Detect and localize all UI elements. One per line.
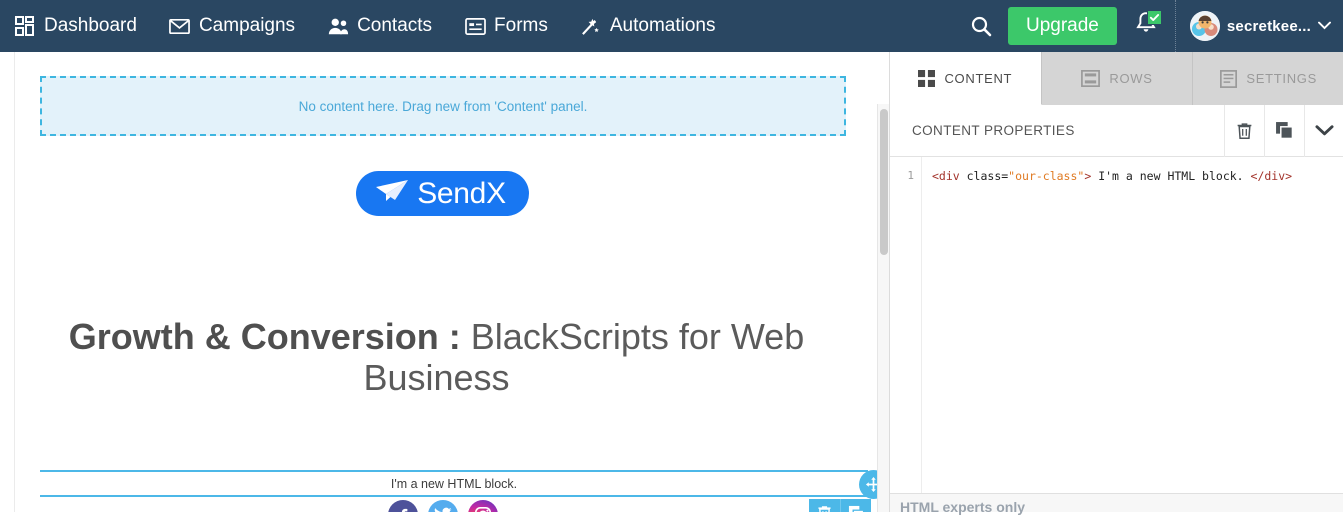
- facebook-icon[interactable]: [387, 500, 418, 512]
- html-block-text: I'm a new HTML block.: [390, 476, 518, 491]
- trash-icon[interactable]: [1224, 104, 1264, 157]
- instagram-icon[interactable]: [467, 500, 498, 512]
- nav-item-label: Campaigns: [198, 15, 296, 36]
- email-headline[interactable]: Growth & Conversion : BlackScripts for W…: [55, 316, 818, 398]
- code-attr-value: "our-class": [1008, 169, 1085, 183]
- canvas-scrollbar[interactable]: [877, 104, 889, 512]
- check-icon: [1146, 10, 1162, 25]
- properties-panel: CONTENT ROWS SETTINGS CONTENT PROPERTIES…: [889, 52, 1343, 515]
- logo-row: SendX: [30, 156, 855, 231]
- canvas-scrollbar-thumb[interactable]: [880, 109, 888, 255]
- nav-item-label: Automations: [609, 15, 716, 36]
- email-body: No content here. Drag new from 'Content'…: [15, 52, 870, 512]
- block-action-toolbar: [809, 499, 871, 512]
- sendx-logo[interactable]: SendX: [356, 171, 529, 216]
- chevron-down-icon: [1318, 17, 1331, 35]
- user-menu[interactable]: secretkee...: [1176, 0, 1343, 52]
- nav-item-forms[interactable]: Forms: [448, 0, 564, 52]
- twitter-icon[interactable]: [427, 500, 458, 512]
- code-tag-open: <div: [932, 169, 967, 183]
- dropzone-message: No content here. Drag new from 'Content'…: [298, 98, 588, 114]
- chevron-down-icon[interactable]: [1304, 104, 1343, 157]
- form-icon: [464, 15, 486, 37]
- social-icons-row[interactable]: [30, 500, 855, 512]
- tab-rows[interactable]: ROWS: [1041, 52, 1194, 105]
- empty-content-dropzone[interactable]: No content here. Drag new from 'Content'…: [40, 76, 846, 136]
- tab-label: CONTENT: [944, 70, 1013, 86]
- canvas-inner: No content here. Drag new from 'Content'…: [0, 52, 888, 512]
- panel-footer: HTML experts only: [890, 493, 1343, 515]
- user-name-label: secretkee...: [1226, 17, 1311, 35]
- code-attr-name: class=: [966, 169, 1009, 183]
- search-icon[interactable]: [954, 0, 1008, 52]
- nav-item-label: Dashboard: [44, 15, 137, 36]
- nav-item-contacts[interactable]: Contacts: [311, 0, 448, 52]
- html-code-editor[interactable]: 1 <div class="our-class"> I'm a new HTML…: [890, 157, 1343, 493]
- code-inner-text: I'm a new HTML block.: [1091, 169, 1251, 183]
- paper-plane-icon: [375, 178, 409, 209]
- content-properties-title: CONTENT PROPERTIES: [912, 123, 1075, 138]
- nav-item-dashboard[interactable]: Dashboard: [0, 0, 153, 52]
- panel-tabs: CONTENT ROWS SETTINGS: [890, 52, 1343, 105]
- code-text[interactable]: <div class="our-class"> I'm a new HTML b…: [922, 157, 1343, 493]
- avatar: [1189, 11, 1220, 41]
- people-icon: [327, 15, 349, 37]
- content-properties-bar: CONTENT PROPERTIES: [890, 104, 1343, 157]
- grid-icon: [918, 69, 936, 87]
- tab-label: ROWS: [1109, 71, 1153, 86]
- magic-wand-icon: [580, 15, 602, 37]
- tab-label: SETTINGS: [1246, 71, 1317, 86]
- email-canvas[interactable]: No content here. Drag new from 'Content'…: [0, 52, 889, 512]
- top-navigation-bar: Dashboard Campaigns Contacts Forms Autom…: [0, 0, 1343, 52]
- duplicate-icon[interactable]: [840, 499, 871, 512]
- grid-icon: [14, 15, 36, 37]
- envelope-icon: [169, 15, 191, 37]
- selected-html-block[interactable]: I'm a new HTML block.: [40, 470, 868, 497]
- code-gutter-line-number: 1: [890, 157, 922, 493]
- panel-footer-text: HTML experts only: [900, 499, 1025, 515]
- trash-icon[interactable]: [809, 499, 840, 512]
- nav-item-automations[interactable]: Automations: [564, 0, 732, 52]
- sendx-logo-text: SendX: [417, 176, 506, 210]
- notification-bell-button[interactable]: [1117, 0, 1175, 52]
- tab-content[interactable]: CONTENT: [890, 52, 1042, 105]
- code-tag-close: </div>: [1250, 169, 1293, 183]
- upgrade-button[interactable]: Upgrade: [1007, 7, 1117, 45]
- tab-settings[interactable]: SETTINGS: [1193, 52, 1343, 105]
- rows-icon: [1081, 70, 1101, 87]
- nav-item-label: Contacts: [357, 15, 433, 36]
- nav-right-group: Upgrade secretkee...: [954, 0, 1343, 52]
- settings-icon: [1220, 69, 1238, 88]
- duplicate-icon[interactable]: [1264, 104, 1304, 157]
- nav-item-campaigns[interactable]: Campaigns: [153, 0, 311, 52]
- headline-bold: Growth & Conversion :: [68, 316, 461, 357]
- nav-item-label: Forms: [494, 15, 548, 36]
